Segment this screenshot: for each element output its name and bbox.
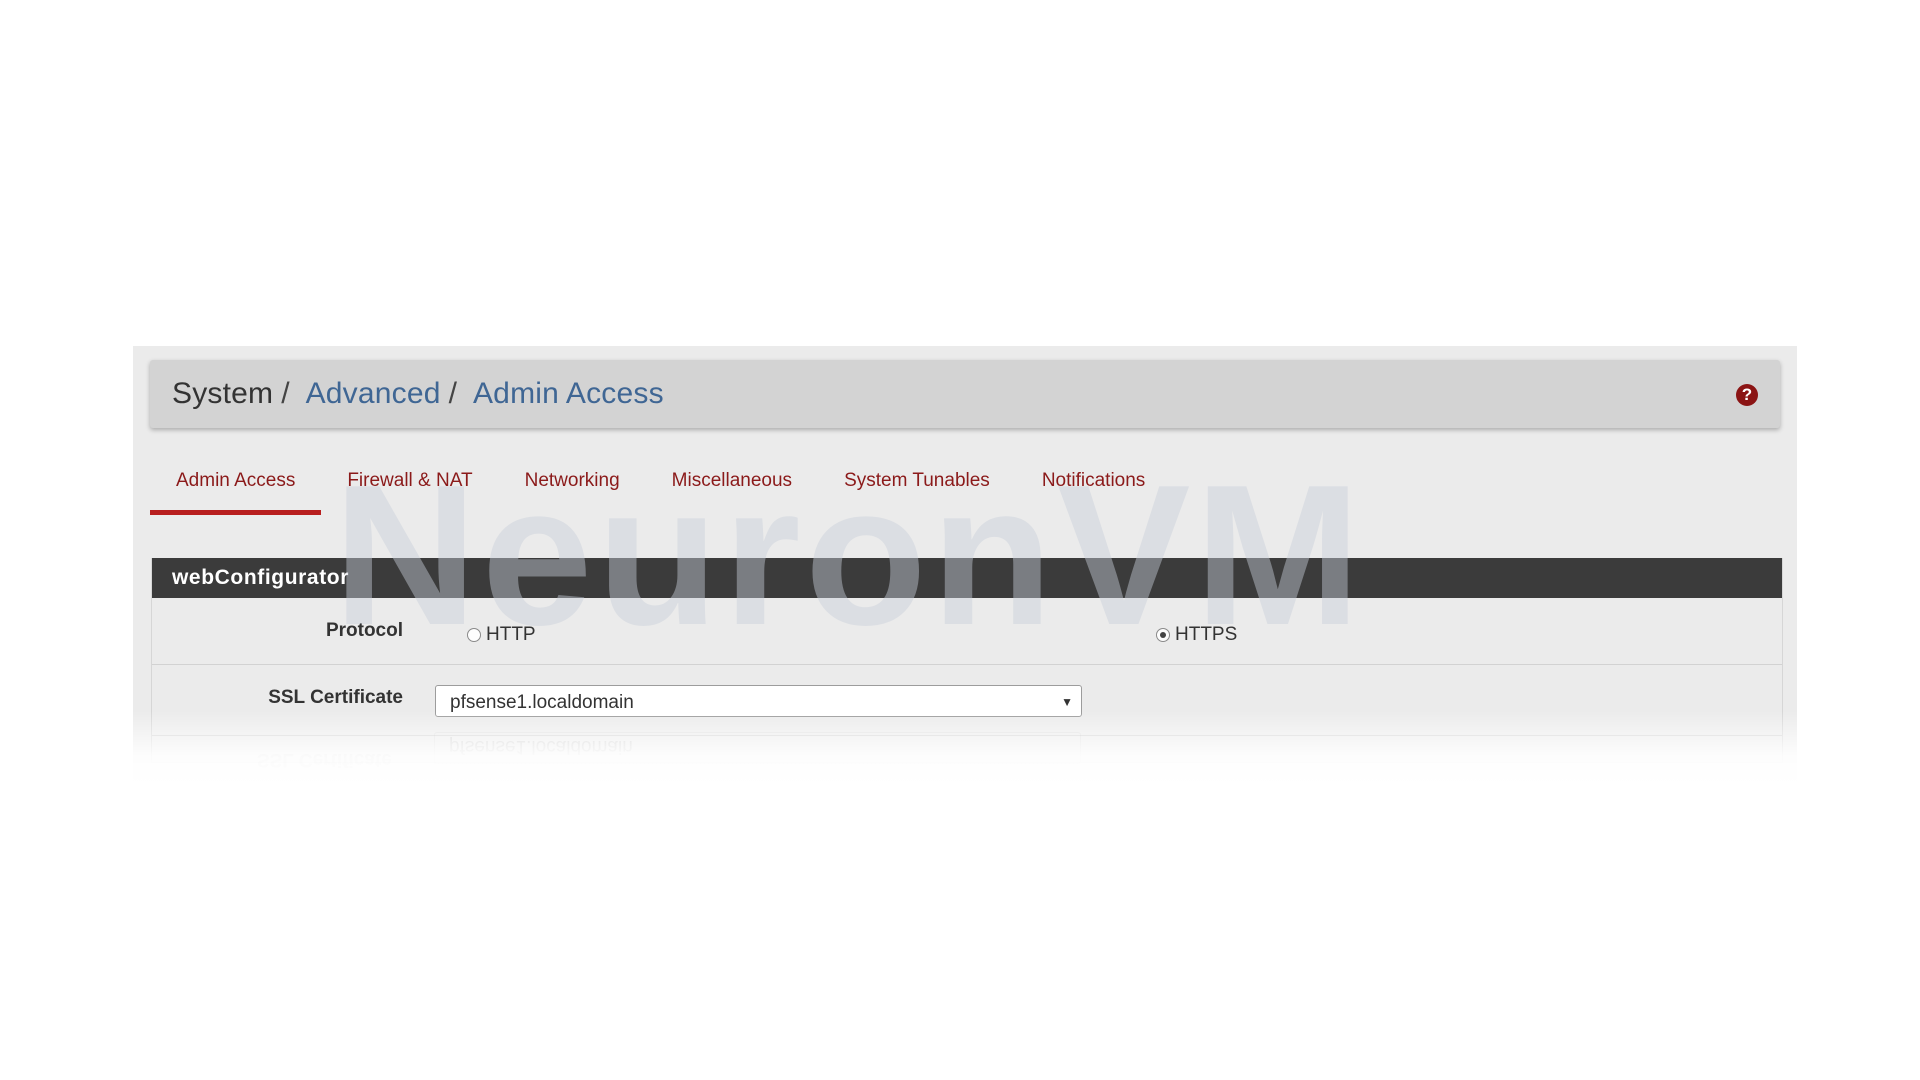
radio-https-option[interactable]: HTTPS (1156, 624, 1237, 646)
section-title: webConfigurator (152, 558, 1782, 598)
protocol-row: Protocol HTTP HTTPS (152, 598, 1782, 665)
breadcrumb-advanced[interactable]: Advanced (306, 379, 441, 409)
tab-miscellaneous[interactable]: Miscellaneous (646, 456, 818, 515)
tab-notifications[interactable]: Notifications (1016, 456, 1172, 515)
tab-bar: Admin Access Firewall & NAT Networking M… (150, 456, 1172, 515)
help-icon[interactable]: ? (1736, 384, 1758, 406)
tab-firewall-nat[interactable]: Firewall & NAT (321, 456, 498, 515)
breadcrumb-system: System (172, 377, 274, 410)
radio-http[interactable] (467, 628, 481, 642)
tab-system-tunables[interactable]: System Tunables (818, 456, 1016, 515)
tab-networking[interactable]: Networking (499, 456, 646, 515)
ssl-certificate-select[interactable]: pfsense1.localdomain ▼ (435, 685, 1082, 717)
breadcrumb-separator: / (448, 377, 457, 410)
radio-https[interactable] (1156, 628, 1170, 642)
protocol-label: Protocol (325, 620, 403, 641)
breadcrumb-admin-access[interactable]: Admin Access (473, 379, 664, 409)
radio-https-label: HTTPS (1175, 624, 1238, 645)
radio-http-option[interactable]: HTTP (467, 624, 536, 646)
tab-admin-access[interactable]: Admin Access (150, 456, 322, 515)
radio-http-label: HTTP (486, 624, 536, 645)
reflection-select: pfsense1.localdomain (434, 732, 1081, 764)
chevron-down-icon: ▼ (1061, 695, 1073, 709)
reflection-label: SSL Certificate (257, 749, 392, 770)
mirror-reflection: SSL Certificate pfsense1.localdomain (133, 732, 1797, 786)
ssl-certificate-label: SSL Certificate (268, 687, 403, 708)
ssl-certificate-row: SSL Certificate pfsense1.localdomain ▼ (152, 665, 1782, 736)
page-panel: System / Advanced / Admin Access ? Neuro… (133, 346, 1797, 786)
breadcrumb-separator: / (281, 377, 290, 410)
ssl-certificate-value: pfsense1.localdomain (450, 692, 634, 713)
reflection-select-value: pfsense1.localdomain (449, 736, 633, 757)
breadcrumb-bar: System / Advanced / Admin Access ? (150, 360, 1780, 428)
